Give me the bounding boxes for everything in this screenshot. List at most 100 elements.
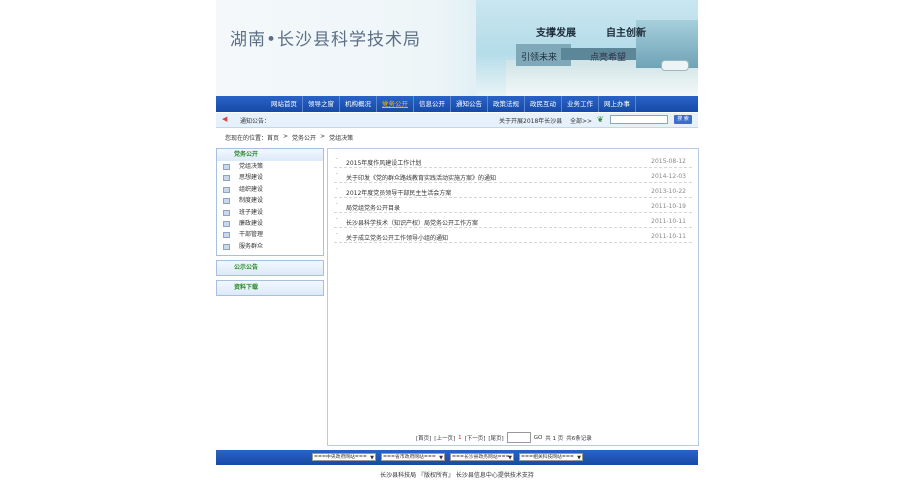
article-date: 2013-10-22 [651, 188, 686, 195]
article-date: 2011-10-19 [651, 203, 686, 210]
sidebar-item[interactable]: 制度建设 [217, 195, 323, 206]
bullet: · [336, 216, 338, 223]
sidebar-item-label: 廉政建设 [239, 219, 264, 227]
sidebar-item[interactable]: 党组决策 [217, 161, 323, 172]
nav-item-info[interactable]: 信息公开 [414, 96, 451, 112]
pager-total-pages: 共 1 页 [545, 435, 564, 442]
list-item[interactable]: · 关于印发《党的群众路线教育实践活动实施方案》的通知 2014-12-03 [334, 169, 692, 183]
select-central-gov[interactable]: ===中央政府网站=== ▼ [312, 453, 376, 461]
list-icon [223, 232, 230, 239]
list-item[interactable]: · 局党组党务公开目录 2011-10-19 [334, 199, 692, 213]
banner-car [661, 60, 689, 71]
nav-item-interaction[interactable]: 政民互动 [525, 96, 562, 112]
chevron-down-icon: ▼ [508, 455, 512, 461]
bullet: · [336, 201, 338, 208]
footer-selects: ===中央政府网站=== ▼ ===省市政府网站=== ▼ ===长沙县政务网站==… [312, 453, 583, 461]
select-label: ===相关科技网站=== [521, 455, 574, 460]
list-icon [223, 243, 230, 250]
article-date: 2015-08-12 [651, 158, 686, 165]
list-icon [223, 186, 230, 193]
select-label: ===中央政府网站=== [314, 455, 367, 460]
bullet: · [336, 156, 338, 163]
article-title[interactable]: 局党组党务公开目录 [346, 203, 400, 212]
select-provincial-gov[interactable]: ===省市政府网站=== ▼ [381, 453, 445, 461]
nav-item-party-affairs[interactable]: 党务公开 [377, 96, 414, 112]
sidebar-item-label: 班子建设 [239, 208, 264, 216]
sidebar-panel-title[interactable]: 党务公开 [217, 149, 323, 161]
pager-total-records: 共6条记录 [566, 435, 592, 442]
nav-item-online-service[interactable]: 网上办事 [599, 96, 636, 112]
sidebar-item[interactable]: 组织建设 [217, 184, 323, 195]
pager-go-button[interactable]: GO [534, 435, 543, 441]
header-banner: 湖南•长沙县科学技术局 支撑发展 自主创新 引领未来 点亮希望 [216, 0, 698, 96]
select-label: ===长沙县政务网站=== [452, 455, 510, 460]
pager-last[interactable]: [尾页] [488, 434, 503, 442]
footer-links-bar: ===中央政府网站=== ▼ ===省市政府网站=== ▼ ===长沙县政务网站==… [216, 450, 698, 465]
nav-items: 网站首页 领导之窗 机构概况 党务公开 信息公开 通知公告 政策法规 政民互动 … [266, 96, 636, 112]
article-date: 2011-10-11 [651, 233, 686, 240]
chevron-down-icon: ▼ [577, 455, 581, 461]
article-title[interactable]: 关于成立党务公开工作领导小组的通知 [346, 233, 448, 242]
select-county-gov[interactable]: ===长沙县政务网站=== ▼ [450, 453, 514, 461]
article-list-panel: · 2015年度作风建设工作计划 2015-08-12 · 关于印发《党的群众路… [327, 148, 699, 446]
search-button[interactable]: 搜 索 [674, 115, 692, 124]
nav-item-policy[interactable]: 政策法规 [488, 96, 525, 112]
notice-label: 通知公告： [240, 118, 271, 125]
sidebar-item-label: 制度建设 [239, 197, 264, 205]
sidebar-item[interactable]: 干部管理 [217, 229, 323, 240]
article-title[interactable]: 长沙县科学技术（知识产权）局党务公开工作方案 [346, 218, 478, 227]
list-icon [223, 198, 230, 205]
nav-item-notices[interactable]: 通知公告 [451, 96, 488, 112]
select-label: ===省市政府网站=== [383, 455, 436, 460]
notice-bar: ◀ 通知公告： 关于开展2018年长沙县 全部>> ❦ 搜 索 [216, 113, 698, 128]
breadcrumb: 您现在的位置：首页 > 党务公开 > 党组决策 [225, 133, 353, 142]
list-icon [223, 209, 230, 216]
pagination: [首页] [上一页] 1 [下一页] [尾页] GO 共 1 页 共6条记录 [416, 432, 592, 443]
list-item[interactable]: · 关于成立党务公开工作领导小组的通知 2011-10-11 [334, 229, 692, 243]
list-item[interactable]: · 2012年度党员领导干部民主生活会方案 2013-10-22 [334, 184, 692, 198]
breadcrumb-home[interactable]: 您现在的位置：首页 [225, 133, 279, 142]
sidebar-item[interactable]: 班子建设 [217, 207, 323, 218]
notice-all-link[interactable]: 全部>> [570, 116, 592, 125]
breadcrumb-level1[interactable]: 党务公开 [292, 133, 316, 142]
sidebar-item-label: 组织建设 [239, 185, 264, 193]
sidebar-item-label: 党组决策 [239, 163, 264, 170]
slogan: 引领未来 [521, 53, 558, 63]
breadcrumb-sep: > [320, 133, 326, 140]
nav-item-leaders[interactable]: 领导之窗 [303, 96, 340, 112]
page-number-input[interactable] [506, 432, 531, 443]
pager-prev[interactable]: [上一页] [434, 434, 455, 442]
article-title[interactable]: 2012年度党员领导干部民主生活会方案 [346, 188, 451, 197]
page-wrapper: 湖南•长沙县科学技术局 支撑发展 自主创新 引领未来 点亮希望 网站首页 领导之… [216, 0, 699, 492]
sidebar: 党务公开 党组决策 思想建设 组织建设 制度建设 班子建设 廉政建设 干部管理 … [216, 148, 324, 296]
article-title[interactable]: 2015年度作风建设工作计划 [346, 158, 421, 167]
pager-current: 1 [458, 434, 462, 441]
sidebar-item[interactable]: 服务群众 [217, 241, 323, 252]
article-title[interactable]: 关于印发《党的群众路线教育实践活动实施方案》的通知 [346, 173, 496, 182]
article-date: 2011-10-11 [651, 218, 686, 225]
pager-next[interactable]: [下一页] [465, 434, 486, 442]
notice-marquee-link[interactable]: 关于开展2018年长沙县 [499, 116, 562, 125]
pager-first[interactable]: [首页] [416, 434, 431, 442]
search-input[interactable] [610, 115, 668, 124]
sidebar-item-label: 思想建设 [239, 174, 264, 182]
article-date: 2014-12-03 [651, 173, 686, 180]
sidebar-list: 党组决策 思想建设 组织建设 制度建设 班子建设 廉政建设 干部管理 服务群众 [217, 161, 323, 252]
list-item[interactable]: · 长沙县科学技术（知识产权）局党务公开工作方案 2011-10-11 [334, 214, 692, 228]
sidebar-panel-title[interactable]: 公示公告 [217, 261, 323, 275]
nav-item-home[interactable]: 网站首页 [266, 96, 303, 112]
list-item[interactable]: · 2015年度作风建设工作计划 2015-08-12 [334, 154, 692, 168]
sidebar-item[interactable]: 思想建设 [217, 172, 323, 183]
nav-item-business[interactable]: 业务工作 [562, 96, 599, 112]
bullet: · [336, 231, 338, 238]
sidebar-item[interactable]: 廉政建设 [217, 218, 323, 229]
speaker-icon: ◀ [222, 115, 228, 123]
sidebar-panel-downloads: 资料下载 [216, 280, 324, 296]
breadcrumb-level2: 党组决策 [329, 135, 354, 142]
leaf-icon: ❦ [597, 115, 604, 124]
sidebar-panel-party: 党务公开 党组决策 思想建设 组织建设 制度建设 班子建设 廉政建设 干部管理 … [216, 148, 324, 256]
nav-item-about[interactable]: 机构概况 [340, 96, 377, 112]
select-science-sites[interactable]: ===相关科技网站=== ▼ [519, 453, 583, 461]
list-icon [223, 164, 230, 170]
sidebar-panel-title[interactable]: 资料下载 [217, 281, 323, 295]
